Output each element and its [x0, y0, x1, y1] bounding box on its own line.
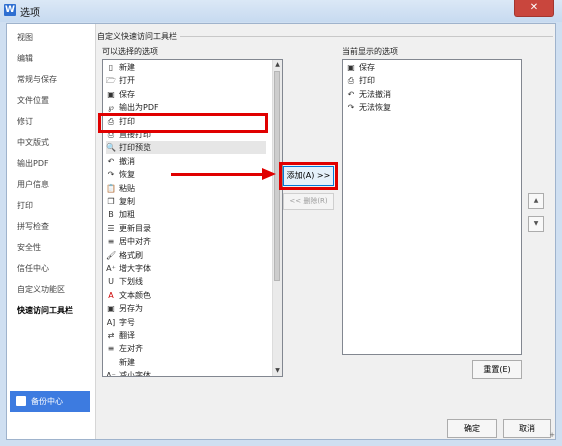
nav-item[interactable]: 编辑 — [17, 53, 33, 64]
print-preview-icon: 🔍 — [106, 143, 116, 153]
cancel-button[interactable]: 取消 — [503, 419, 551, 438]
ok-button[interactable]: 确定 — [447, 419, 497, 438]
list-item-label: 新建 — [119, 63, 135, 72]
list-item[interactable]: 🔍 打印预览 — [106, 141, 266, 155]
remove-button[interactable]: << 删除(R) — [283, 193, 334, 210]
move-up-button[interactable]: ▲ — [528, 193, 544, 209]
list-item-label: 加粗 — [119, 210, 135, 220]
list-item-label: 保存 — [359, 63, 375, 72]
open-folder-icon: 🗁 — [106, 76, 116, 86]
list-item-label: 更新目录 — [119, 223, 151, 233]
update-toc-icon: ☰ — [107, 223, 115, 233]
list-item-label: 粘贴 — [119, 183, 135, 193]
redo-icon: ↷ — [347, 103, 355, 113]
nav-item[interactable]: 安全性 — [17, 242, 41, 253]
bold-icon: B — [108, 210, 114, 220]
align-center-icon: ≡ — [107, 237, 115, 247]
current-options-list[interactable]: ▣ 保存 ⎙ 打印 ↶ 无法撤消 ↷ 无法恢复 — [342, 59, 522, 355]
list-item-label: 文本颜色 — [119, 290, 151, 300]
backup-center-button[interactable]: 备份中心 — [10, 391, 90, 412]
scroll-up-icon[interactable]: ▲ — [274, 61, 281, 69]
underline-icon: U — [108, 277, 114, 287]
new-doc-icon: ▯ — [108, 63, 114, 72]
nav-item[interactable]: 视图 — [17, 32, 33, 43]
list-item-label: 撤消 — [119, 156, 135, 166]
list-item-label: 另存为 — [119, 304, 143, 314]
available-list-scrollbar[interactable]: ▲ ▼ — [272, 60, 282, 376]
options-nav: 快速访问工具栏 自定义功能区 信任中心 安全性 拼写检查 打印 用户信息 输出PDF 中文版式 修… — [7, 24, 96, 439]
title-bar: W 选项 ✕ — [0, 0, 562, 22]
reset-button[interactable]: 重置(E) — [472, 360, 522, 379]
list-item-label: 格式刷 — [119, 250, 143, 260]
annotation-arrow-line — [171, 173, 263, 176]
list-item-label: 左对齐 — [119, 344, 143, 354]
move-down-button[interactable]: ▼ — [528, 216, 544, 232]
nav-item[interactable]: 自定义功能区 — [17, 284, 65, 295]
undo-icon: ↶ — [107, 156, 115, 166]
available-options-list[interactable]: ▲ ▼ ▯ 新建 🗁 打开 ▣ 保存 ℘ 输出为PDF ⎙ 打印 ⎙ 直接打印 🔍 打印预览 ↶ 撤消 ↷ 恢复 📋… — [102, 59, 283, 377]
save-as-icon: ▣ — [107, 304, 115, 314]
nav-item[interactable]: 拼写检查 — [17, 221, 49, 232]
translate-icon: ⇄ — [107, 331, 115, 340]
dialog-body: 快速访问工具栏 自定义功能区 信任中心 安全性 拼写检查 打印 用户信息 输出PDF 中文版式修… — [6, 23, 556, 440]
list-item-label: 翻译 — [119, 331, 135, 340]
list-item-label: 减小字体 — [119, 371, 151, 377]
triangle-up-icon: ▲ — [533, 197, 539, 204]
list-item-label: 居中对齐 — [119, 237, 151, 247]
nav-item[interactable]: 打印 — [17, 200, 33, 211]
nav-item[interactable]: 信任中心 — [17, 263, 49, 274]
close-button[interactable]: ✕ — [514, 0, 554, 17]
copy-icon: ❐ — [107, 197, 115, 206]
font-color-icon: A — [108, 290, 114, 300]
format-painter-icon: 🖌 — [106, 250, 117, 260]
add-button[interactable]: 添加(A) >> — [283, 166, 334, 186]
options-dialog: W 选项 ✕ 快速访问工具栏 自定义功能区 信任中心 安全性 拼写检查 打印 用户信息 输出P… — [0, 0, 562, 446]
list-item-label: 下划线 — [119, 277, 143, 287]
list-item-label: 打印预览 — [119, 143, 151, 153]
scroll-down-icon[interactable]: ▼ — [274, 367, 281, 375]
font-size-icon: A] — [106, 317, 116, 327]
save-icon: ▣ — [107, 89, 115, 99]
wps-writer-icon: W — [4, 4, 16, 16]
window-title: 选项 — [20, 8, 40, 19]
list-item-label: 恢复 — [119, 170, 135, 180]
list-item-label: 新建 — [119, 357, 135, 367]
align-left-icon: ≡ — [107, 344, 115, 354]
nav-item[interactable]: 中文版式 — [17, 137, 49, 148]
nav-item[interactable]: 快速访问工具栏 — [17, 305, 73, 316]
resize-grip-icon[interactable]: + — [549, 431, 555, 439]
grow-font-icon: A⁺ — [106, 264, 116, 273]
list-item-label: 无法恢复 — [359, 103, 391, 113]
list-item-label: 无法撤消 — [359, 89, 391, 99]
save-icon: ▣ — [347, 63, 355, 72]
print-icon: ⎙ — [347, 76, 355, 86]
backup-center-label: 备份中心 — [31, 397, 63, 406]
current-options-label: 当前显示的选项 — [342, 47, 398, 56]
annotation-arrow-head — [262, 168, 276, 180]
backup-icon — [16, 396, 26, 406]
triangle-down-icon: ▼ — [533, 220, 539, 227]
shrink-font-icon: A⁻ — [106, 371, 116, 377]
group-title: 自定义快速访问工具栏 — [97, 31, 180, 42]
paste-icon: 📋 — [106, 183, 116, 193]
list-item-label: 复制 — [119, 197, 135, 206]
undo-icon: ↶ — [347, 89, 355, 99]
nav-item[interactable]: 文件位置 — [17, 95, 49, 106]
nav-item[interactable]: 修订 — [17, 116, 33, 127]
list-item-label: 保存 — [119, 89, 135, 99]
nav-item[interactable]: 常规与保存 — [17, 74, 57, 85]
nav-item[interactable]: 用户信息 — [17, 179, 49, 190]
close-icon: ✕ — [529, 2, 539, 13]
list-item-label: 字号 — [119, 317, 135, 327]
redo-icon: ↷ — [107, 170, 115, 180]
available-options-label: 可以选择的选项 — [102, 47, 158, 56]
list-item-label: 打印 — [359, 76, 375, 86]
export-pdf-icon: ℘ — [108, 103, 114, 113]
new-icon — [106, 358, 116, 368]
list-item-label: 打开 — [119, 76, 135, 86]
nav-item[interactable]: 输出PDF — [17, 158, 49, 169]
annotation-highlight-box — [98, 113, 268, 133]
group-divider — [173, 36, 553, 37]
list-item-label: 增大字体 — [119, 264, 151, 273]
